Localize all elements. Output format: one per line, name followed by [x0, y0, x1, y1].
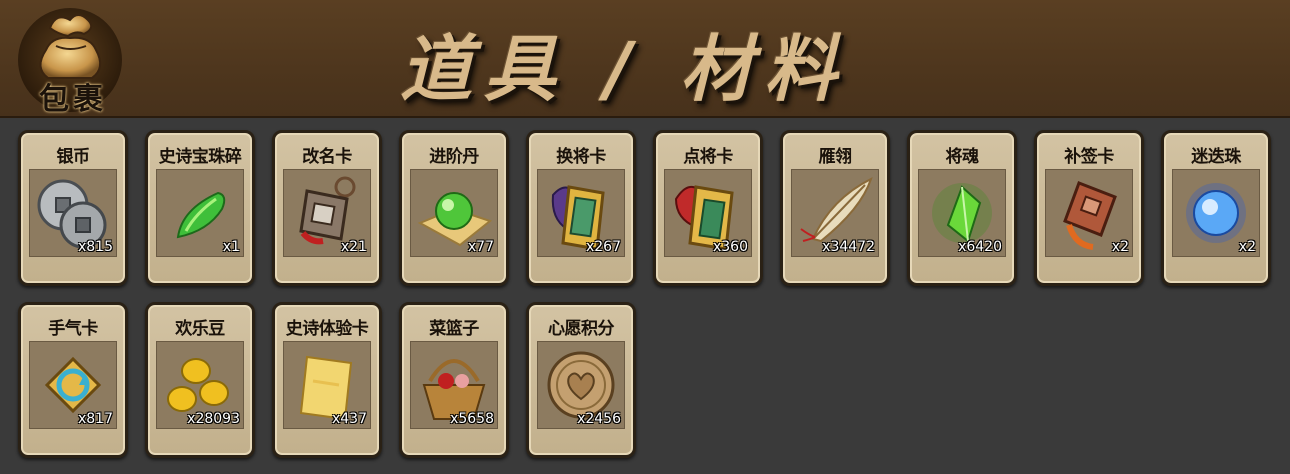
item-card-feather[interactable]: 雁翎 x34472: [780, 130, 890, 286]
item-name: 进阶丹: [429, 147, 479, 167]
item-count: x21: [340, 239, 367, 255]
item-slot: x2456: [537, 341, 625, 429]
page-title: 道具 / 材料: [400, 27, 849, 111]
item-slot: x2: [1172, 169, 1260, 257]
item-name: 改名卡: [302, 147, 352, 167]
item-card-silver-coin[interactable]: 银币 x815: [18, 130, 128, 286]
item-card-rosemary-orb[interactable]: 迷迭珠 x2: [1161, 130, 1271, 286]
item-count: x6420: [958, 239, 1002, 255]
item-slot: x2: [1045, 169, 1133, 257]
item-card-vegetable-basket[interactable]: 菜篮子 x5658: [399, 302, 509, 458]
item-name: 史诗体验卡: [285, 319, 369, 339]
item-count: x360: [712, 239, 748, 255]
item-name: 补签卡: [1064, 147, 1114, 167]
item-card-wish-points[interactable]: 心愿积分 x2456: [526, 302, 636, 458]
item-count: x437: [331, 411, 367, 427]
item-count: x817: [77, 411, 113, 427]
item-slot: x817: [29, 341, 117, 429]
item-count: x2456: [577, 411, 621, 427]
item-slot: x5658: [410, 341, 498, 429]
item-slot: x437: [283, 341, 371, 429]
item-card-epic-orb-shard[interactable]: 史诗宝珠碎 x1: [145, 130, 255, 286]
bag-label: 包裹: [39, 82, 107, 117]
item-slot: x1: [156, 169, 244, 257]
item-name: 迷迭珠: [1191, 147, 1241, 167]
item-count: x815: [77, 239, 113, 255]
item-count: x2: [1238, 239, 1256, 255]
item-count: x34472: [822, 239, 875, 255]
item-count: x267: [585, 239, 621, 255]
item-count: x77: [467, 239, 494, 255]
item-card-epic-trial[interactable]: 史诗体验卡 x437: [272, 302, 382, 458]
item-count: x28093: [187, 411, 240, 427]
item-name: 菜篮子: [429, 319, 479, 339]
item-name: 史诗宝珠碎: [158, 147, 242, 167]
header-bar: 包裹 道具 / 材料: [0, 0, 1290, 118]
item-card-makeup-signin[interactable]: 补签卡 x2: [1034, 130, 1144, 286]
item-count: x5658: [450, 411, 494, 427]
item-count: x2: [1111, 239, 1129, 255]
item-name: 将魂: [945, 147, 980, 167]
item-name: 欢乐豆: [175, 319, 225, 339]
item-card-swap-general[interactable]: 换将卡 x267: [526, 130, 636, 286]
item-slot: x21: [283, 169, 371, 257]
item-card-general-soul[interactable]: 将魂 x6420: [907, 130, 1017, 286]
item-card-happy-beans[interactable]: 欢乐豆 x28093: [145, 302, 255, 458]
item-slot: x28093: [156, 341, 244, 429]
item-count: x1: [222, 239, 240, 255]
item-slot: x6420: [918, 169, 1006, 257]
item-card-pick-general[interactable]: 点将卡 x360: [653, 130, 763, 286]
item-card-advance-pill[interactable]: 进阶丹 x77: [399, 130, 509, 286]
item-card-luck-card[interactable]: 手气卡 x817: [18, 302, 128, 458]
item-slot: x267: [537, 169, 625, 257]
item-name: 银币: [56, 147, 91, 167]
item-name: 心愿积分: [548, 319, 615, 339]
item-name: 雁翎: [818, 147, 853, 167]
item-slot: x77: [410, 169, 498, 257]
item-slot: x34472: [791, 169, 879, 257]
item-name: 手气卡: [48, 319, 98, 339]
item-card-rename-card[interactable]: 改名卡 x21: [272, 130, 382, 286]
item-slot: x360: [664, 169, 752, 257]
item-name: 换将卡: [556, 147, 606, 167]
item-slot: x815: [29, 169, 117, 257]
item-name: 点将卡: [683, 147, 733, 167]
